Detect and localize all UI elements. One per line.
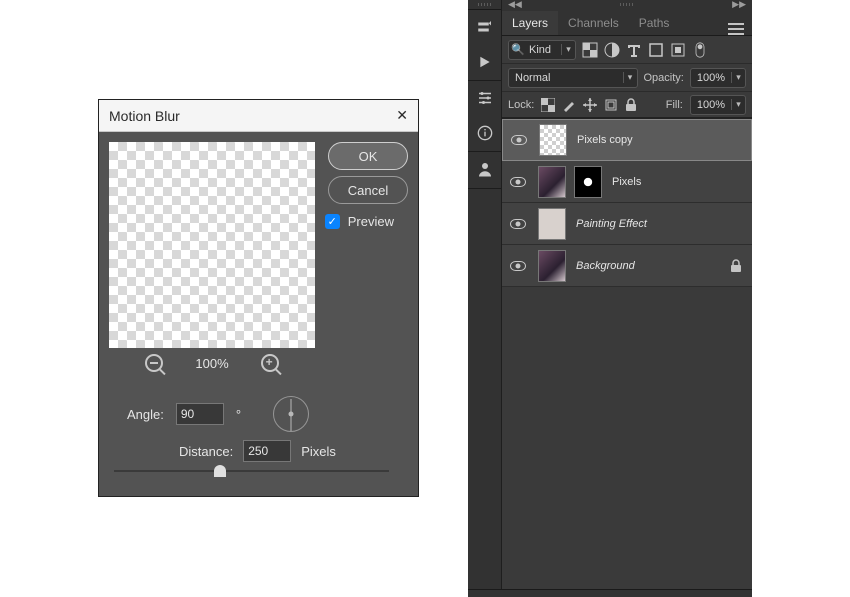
opacity-label: Opacity:: [644, 72, 684, 84]
dialog-titlebar[interactable]: Motion Blur ✕: [99, 100, 418, 132]
rail-grip-icon[interactable]: [478, 3, 492, 6]
visibility-toggle[interactable]: [502, 219, 534, 229]
portrait-icon[interactable]: [476, 160, 494, 178]
layer-thumbnail[interactable]: [538, 208, 566, 240]
distance-input[interactable]: [243, 440, 291, 462]
dialog-title: Motion Blur: [109, 108, 180, 124]
collapsed-panel-rail: [468, 0, 502, 597]
layer-name[interactable]: Pixels: [612, 176, 641, 188]
layer-row[interactable]: Painting Effect: [502, 203, 752, 245]
search-icon: 🔍: [509, 43, 527, 56]
filter-adjustment-icon[interactable]: [604, 42, 620, 58]
angle-dial[interactable]: [273, 396, 309, 432]
right-panels: ◀◀ ▶▶ Layers Channels Paths 🔍 Kind ▾: [468, 0, 752, 597]
distance-slider-knob[interactable]: [214, 465, 226, 477]
layer-thumbnail[interactable]: [538, 166, 566, 198]
rail-top: [468, 0, 501, 10]
angle-row: Angle: °: [127, 396, 309, 432]
lock-brush-icon[interactable]: [562, 98, 576, 112]
tab-paths[interactable]: Paths: [629, 11, 680, 35]
zoom-in-icon[interactable]: [261, 354, 279, 372]
blur-preview[interactable]: [109, 142, 315, 348]
visibility-toggle[interactable]: [502, 261, 534, 271]
panels-footer: [468, 589, 752, 597]
lock-all-icon[interactable]: [625, 98, 637, 112]
lock-transparent-icon[interactable]: [541, 98, 555, 112]
preview-checkbox-row[interactable]: ✓ Preview: [325, 214, 394, 229]
cancel-button[interactable]: Cancel: [328, 176, 408, 204]
tab-channels[interactable]: Channels: [558, 11, 629, 35]
distance-label: Distance:: [179, 444, 233, 459]
filter-pixel-icon[interactable]: [582, 42, 598, 58]
layer-filter-row: 🔍 Kind ▾: [502, 36, 752, 64]
distance-unit: Pixels: [301, 444, 336, 459]
eye-icon: [510, 261, 526, 271]
layer-thumbnail[interactable]: [539, 124, 567, 156]
eye-icon: [510, 219, 526, 229]
dialog-body: OK Cancel ✓ Preview 100% Angle: ° Distan…: [99, 132, 418, 152]
layer-thumbnail[interactable]: [538, 250, 566, 282]
chevron-down-icon: ▾: [731, 72, 745, 83]
fill-label: Fill:: [666, 99, 683, 111]
lock-position-icon[interactable]: [583, 98, 597, 112]
angle-input[interactable]: [176, 403, 224, 425]
checkbox-icon[interactable]: ✓: [325, 214, 340, 229]
fill-select[interactable]: 100% ▾: [690, 95, 746, 115]
panel-top: ◀◀ ▶▶: [502, 0, 752, 10]
layers-panel: ◀◀ ▶▶ Layers Channels Paths 🔍 Kind ▾: [502, 0, 752, 597]
eye-icon: [511, 135, 527, 145]
eye-icon: [510, 177, 526, 187]
layer-name[interactable]: Painting Effect: [576, 218, 647, 230]
filter-smartobject-icon[interactable]: [670, 42, 686, 58]
distance-slider[interactable]: [114, 470, 389, 472]
zoom-out-icon[interactable]: [145, 354, 163, 372]
angle-label: Angle:: [127, 407, 164, 422]
motion-blur-dialog: Motion Blur ✕ OK Cancel ✓ Preview 100% A…: [98, 99, 419, 497]
ok-button[interactable]: OK: [328, 142, 408, 170]
layer-name[interactable]: Background: [576, 260, 635, 272]
adjustments-icon[interactable]: [476, 89, 494, 107]
distance-row: Distance: Pixels: [179, 440, 336, 462]
history-icon[interactable]: [476, 18, 494, 36]
layer-row[interactable]: Background: [502, 245, 752, 287]
chevron-down-icon: ▾: [623, 72, 637, 83]
filter-shape-icon[interactable]: [648, 42, 664, 58]
panel-menu-icon[interactable]: [728, 23, 744, 35]
zoom-percent: 100%: [195, 356, 228, 371]
chevron-down-icon: ▾: [731, 99, 745, 110]
collapse-left-icon[interactable]: ◀◀: [508, 0, 522, 10]
layer-row[interactable]: Pixels: [502, 161, 752, 203]
collapse-right-icon[interactable]: ▶▶: [732, 0, 746, 10]
degree-symbol: °: [236, 407, 241, 422]
lock-label: Lock:: [508, 99, 534, 111]
layer-name[interactable]: Pixels copy: [577, 134, 633, 146]
preview-label: Preview: [348, 214, 394, 229]
blend-mode-select[interactable]: Normal ▾: [508, 68, 638, 88]
zoom-row: 100%: [109, 354, 315, 372]
filter-type-icon[interactable]: [626, 42, 642, 58]
close-icon[interactable]: ✕: [396, 107, 408, 124]
filter-kind-select[interactable]: 🔍 Kind ▾: [508, 40, 576, 60]
visibility-toggle[interactable]: [502, 177, 534, 187]
info-icon[interactable]: [477, 125, 493, 141]
tab-layers[interactable]: Layers: [502, 11, 558, 35]
panel-grip-icon[interactable]: [620, 3, 634, 6]
opacity-select[interactable]: 100% ▾: [690, 68, 746, 88]
lock-icon: [730, 259, 742, 273]
chevron-down-icon: ▾: [561, 44, 575, 55]
actions-play-icon[interactable]: [478, 54, 492, 70]
layer-mask-thumbnail[interactable]: [574, 166, 602, 198]
filter-toggle-icon[interactable]: [692, 42, 708, 58]
blend-opacity-row: Normal ▾ Opacity: 100% ▾: [502, 64, 752, 92]
layer-list: Pixels copy Pixels Painting Effect Backgrou…: [502, 118, 752, 597]
lock-fill-row: Lock: Fill: 100% ▾: [502, 92, 752, 118]
lock-artboard-icon[interactable]: [604, 98, 618, 112]
visibility-toggle[interactable]: [503, 135, 535, 145]
layer-row[interactable]: Pixels copy: [502, 119, 752, 161]
panel-tabs: Layers Channels Paths: [502, 10, 752, 36]
